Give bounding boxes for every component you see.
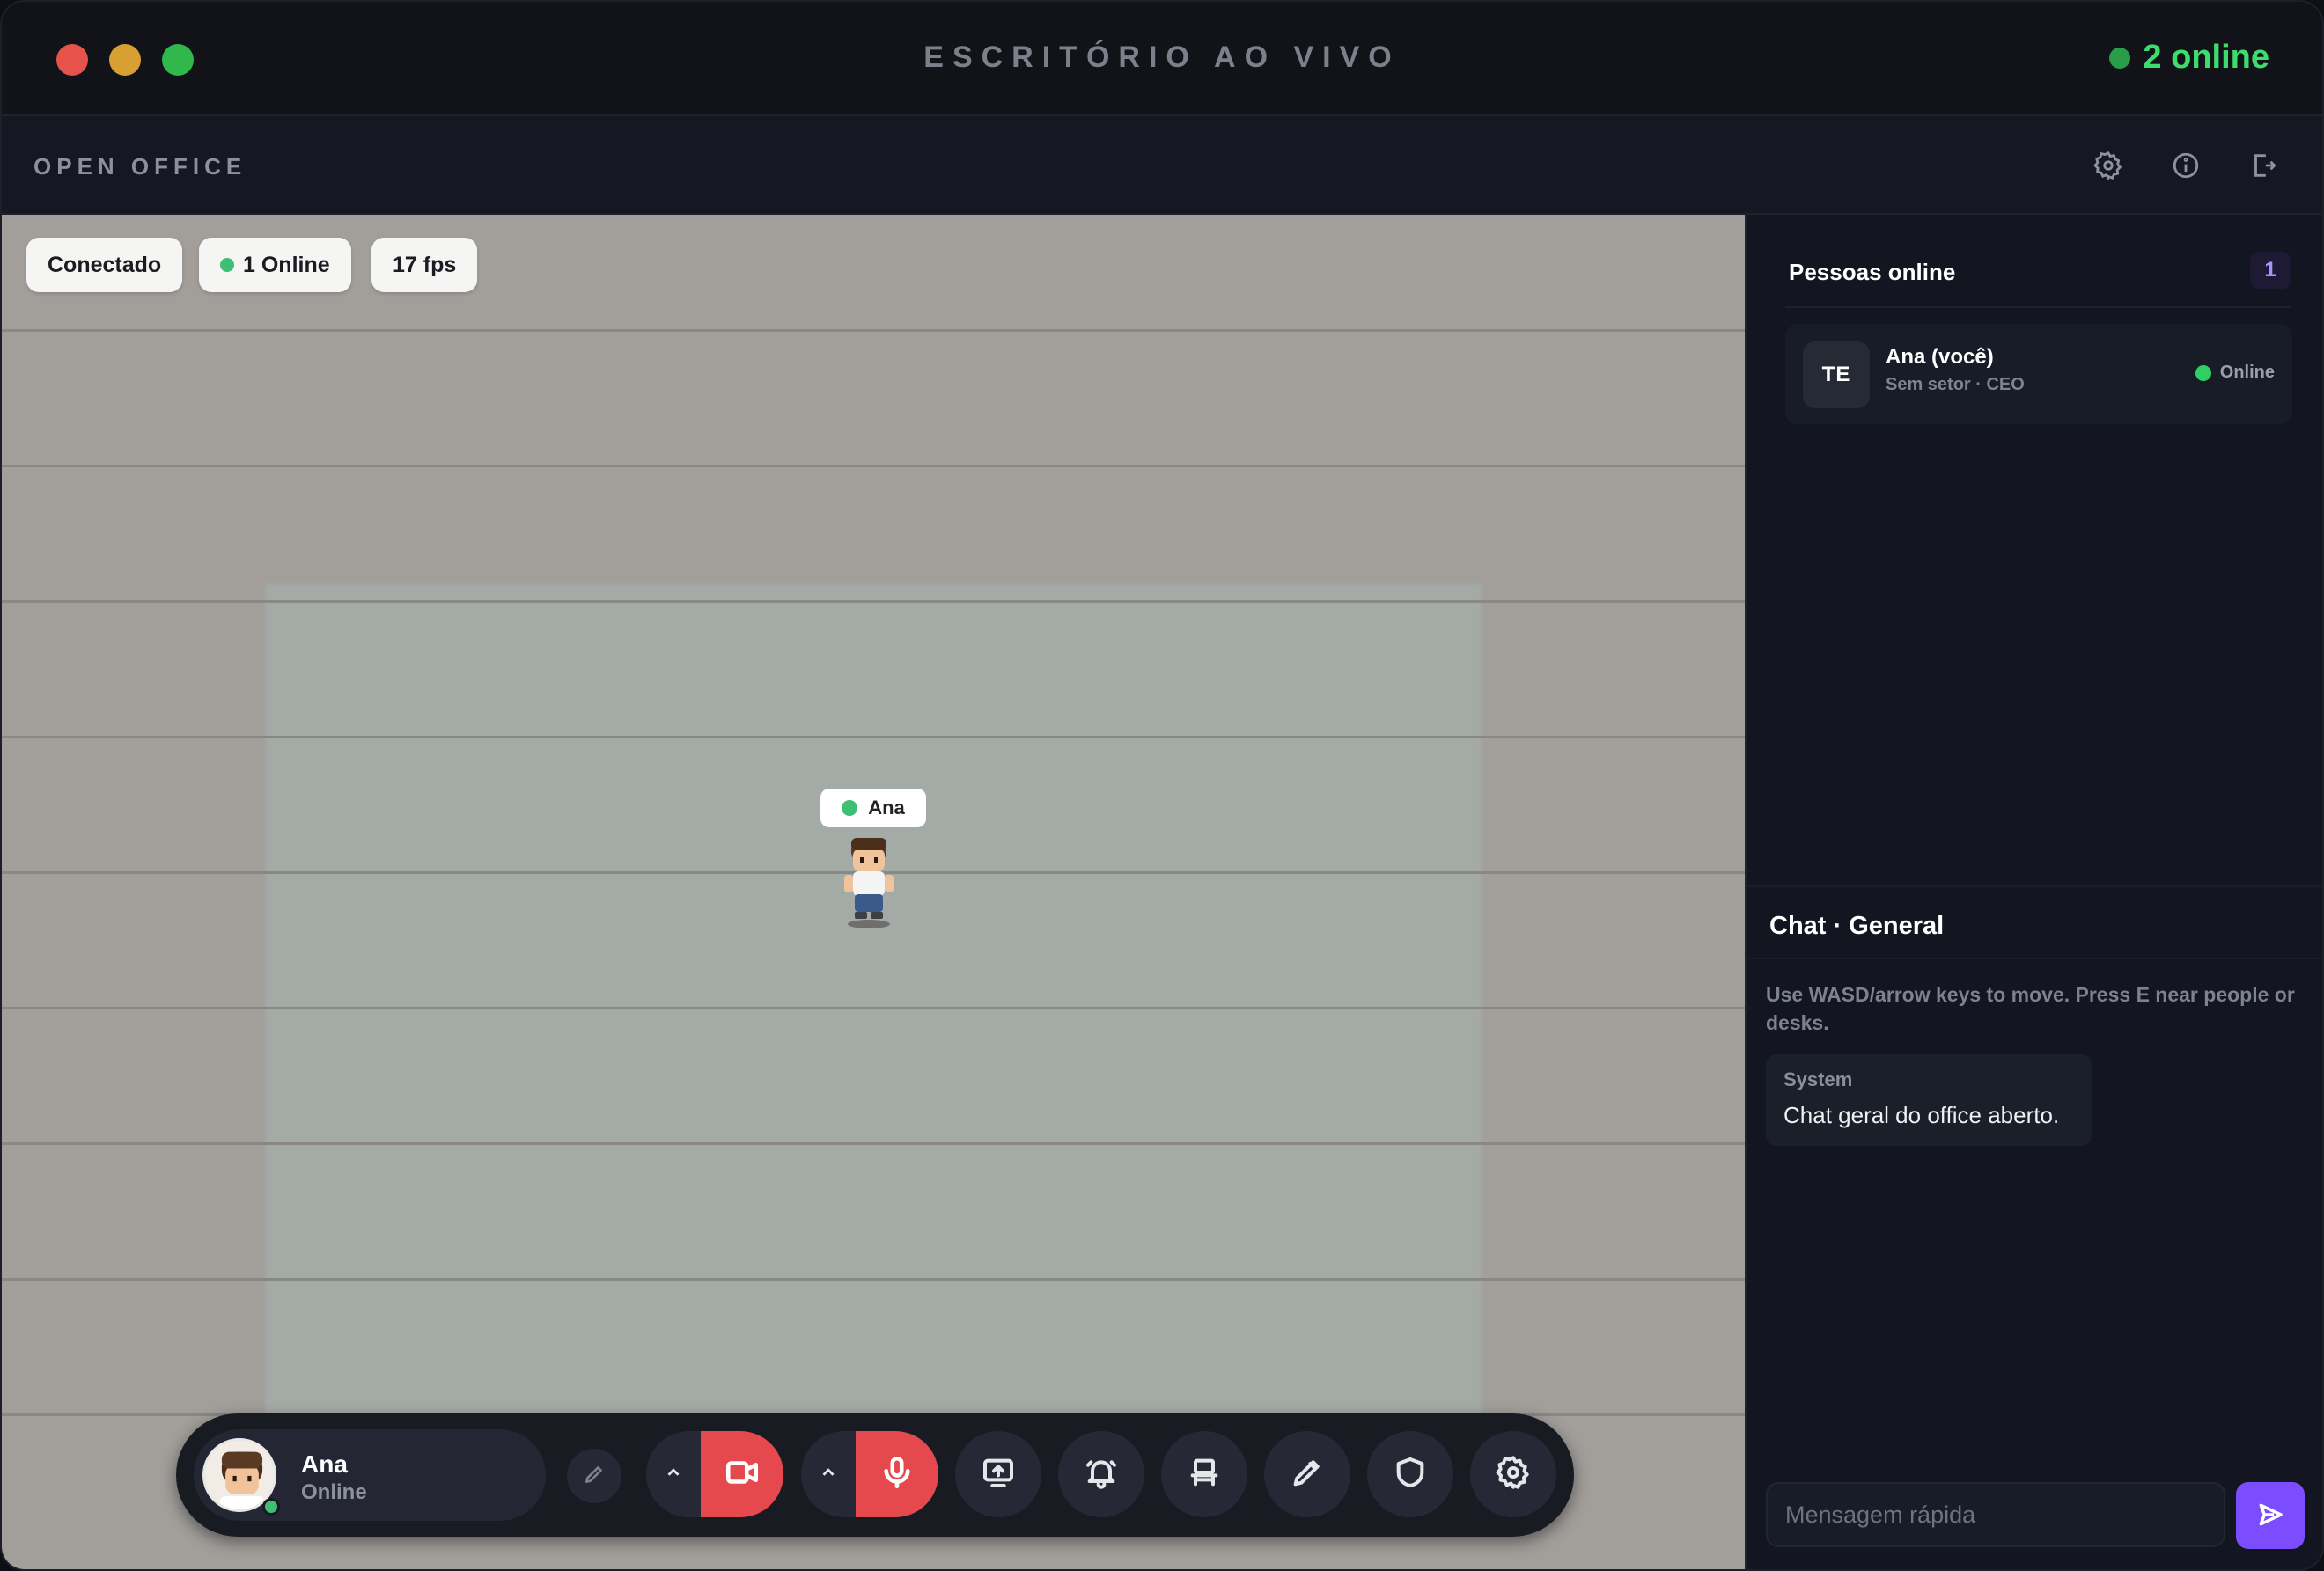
person-name: Ana (você) [1886,345,1994,369]
player-avatar-sprite[interactable] [834,831,904,928]
floor-highlight [266,584,1481,1447]
window-title: ESCRITÓRIO AO VIVO [923,40,1401,74]
brand-label: OPEN OFFICE [33,153,247,180]
shield-icon [1393,1455,1428,1494]
person-status-label: Online [2219,363,2275,382]
current-user-name: Ana [301,1450,348,1478]
floor-line [2,1278,1745,1281]
microphone-toggle-button[interactable] [856,1431,938,1517]
message-text: Chat geral do office aberto. [1783,1102,2060,1128]
online-count-label: 2 online [2143,39,2269,76]
floor-line [2,736,1745,738]
office-map-canvas[interactable]: Conectado 1 Online 17 fps Ana Ana Online [2,215,1745,1569]
title-bar: ESCRITÓRIO AO VIVO 2 online [2,2,2322,116]
floor-line [2,1007,1745,1009]
send-icon [2256,1501,2284,1531]
logout-icon[interactable] [2246,148,2281,183]
microphone-options-button[interactable] [801,1431,856,1517]
notifications-button[interactable] [1058,1431,1144,1517]
floor-line [2,1142,1745,1145]
status-badge: Online [2195,363,2275,383]
bell-icon [1084,1455,1119,1494]
chat-hint: Use WASD/arrow keys to move. Press E nea… [1766,983,2295,1034]
fps-pill: 17 fps [371,238,478,292]
floor-line [2,329,1745,332]
screen-share-icon [981,1455,1016,1494]
settings-icon [1496,1455,1531,1494]
avatar: TE [1803,341,1870,408]
people-count-badge: 1 [2250,252,2291,289]
current-user-status: Online [301,1480,367,1504]
divider [1747,885,2322,887]
online-dot-icon [2195,364,2211,381]
pencil-icon [583,1463,606,1490]
pen-icon [1290,1455,1325,1494]
info-icon[interactable] [2168,148,2203,183]
camera-toggle-button[interactable] [701,1431,783,1517]
chevron-up-icon [819,1463,838,1487]
online-dot-icon [842,800,858,816]
edit-status-button[interactable] [567,1449,621,1503]
person-subtitle: Sem setor · CEO [1886,375,2025,394]
floor-line [2,465,1745,467]
settings-button[interactable] [1470,1431,1556,1517]
app-window: ESCRITÓRIO AO VIVO 2 online OPEN OFFICE … [0,0,2324,1571]
avatar-name-tag: Ana [820,789,926,827]
video-camera-icon [724,1454,761,1495]
send-message-button[interactable] [2236,1482,2305,1549]
online-dot-icon [262,1498,280,1516]
online-users-pill: 1 Online [199,238,351,292]
gear-icon[interactable] [2091,148,2126,183]
draw-button[interactable] [1264,1431,1350,1517]
online-users-label: 1 Online [243,252,330,277]
divider [1747,958,2322,959]
camera-options-button[interactable] [646,1431,701,1517]
privacy-button[interactable] [1367,1431,1453,1517]
message-author: System [1783,1068,1853,1090]
screen-share-button[interactable] [955,1431,1041,1517]
floor-line [2,600,1745,603]
chat-title: Chat · General [1769,912,1945,940]
camera-control [646,1431,783,1517]
control-dock: Ana Online [176,1413,1574,1537]
current-user-chip[interactable]: Ana Online [194,1429,546,1521]
chat-message-input[interactable] [1766,1482,2225,1547]
avatar-name-label: Ana [868,797,905,819]
desk-icon [1187,1455,1222,1494]
person-list-item[interactable]: TE Ana (você) Sem setor · CEO Online [1785,324,2292,424]
side-panel: Pessoas online 1 TE Ana (você) Sem setor… [1745,215,2322,1569]
microphone-control [801,1431,938,1517]
online-dot-icon [220,258,234,272]
people-online-title: Pessoas online [1789,259,1956,285]
microphone-icon [879,1454,916,1495]
online-count-indicator: 2 online [2109,39,2269,77]
divider [1785,306,2291,308]
chevron-up-icon [664,1463,683,1487]
app-header: OPEN OFFICE [2,116,2322,215]
chat-message: System Chat geral do office aberto. [1766,1054,2092,1146]
connection-status-pill: Conectado [26,238,183,292]
desk-button[interactable] [1161,1431,1247,1517]
online-dot-icon [2109,47,2131,69]
